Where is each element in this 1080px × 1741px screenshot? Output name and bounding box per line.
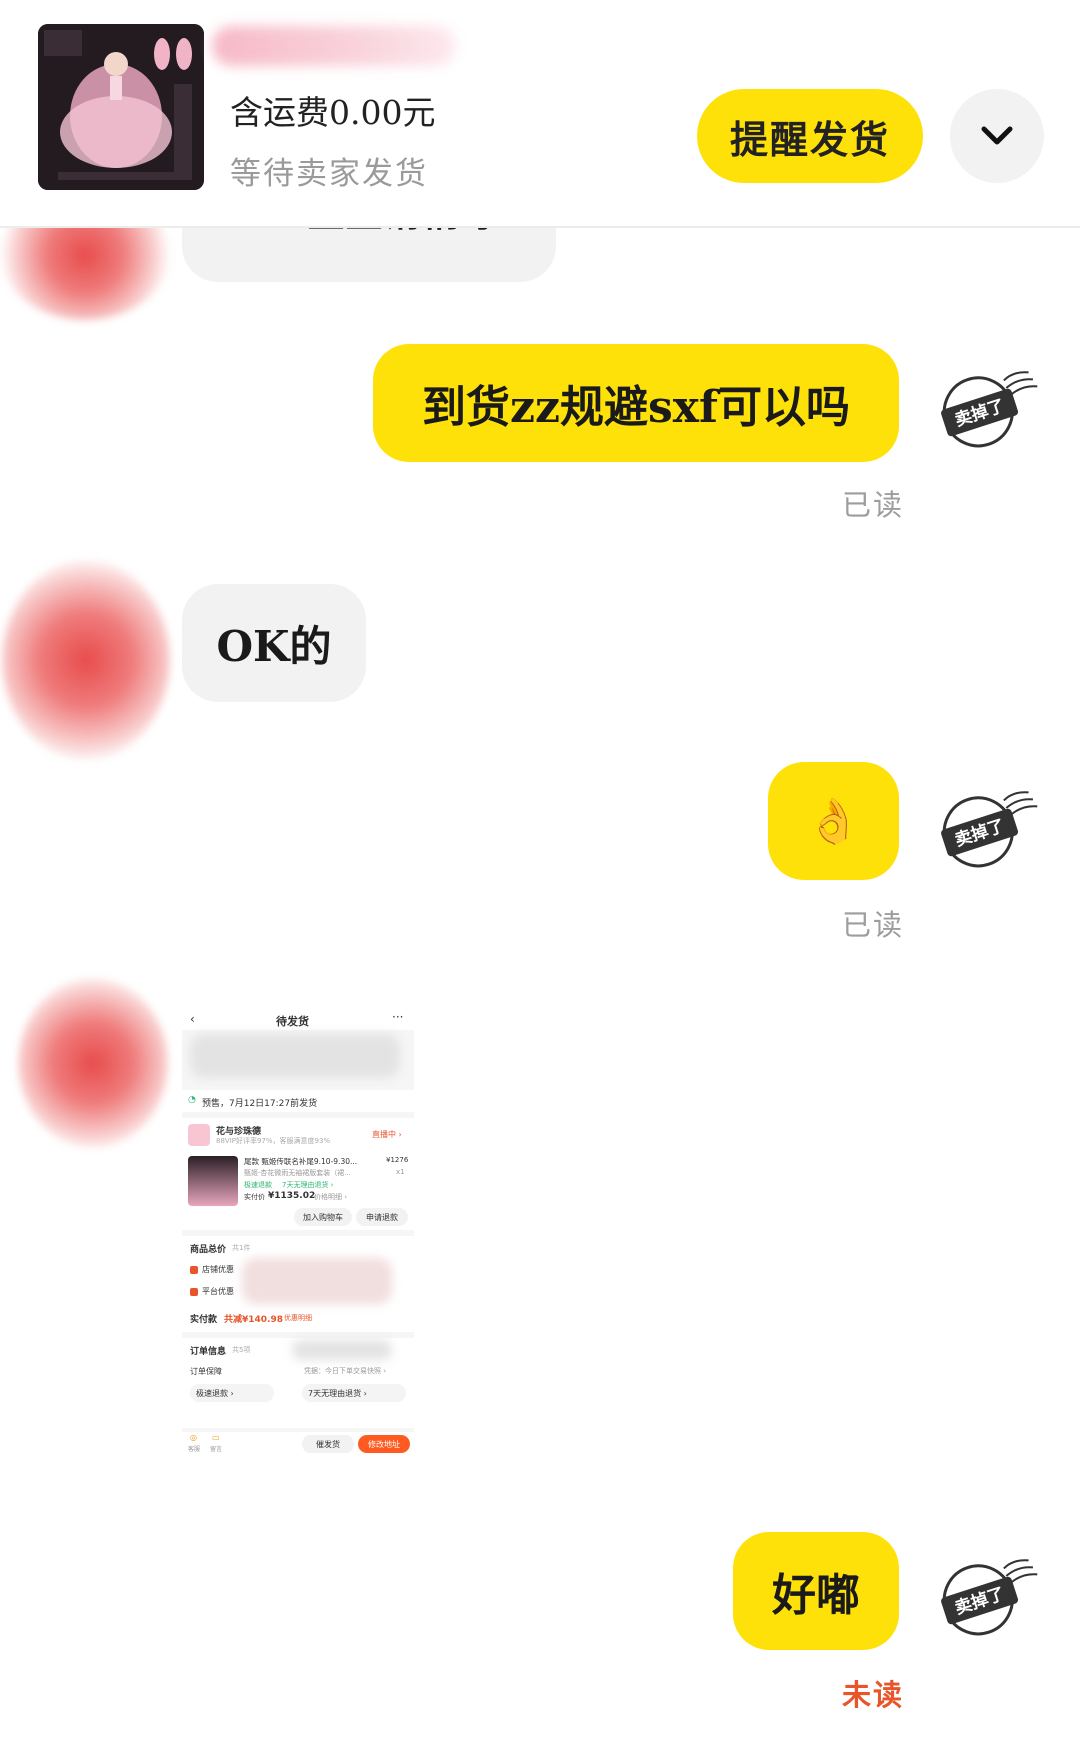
message-label: 留言 [210, 1446, 223, 1453]
tag-fast-refund: 极速退款 [244, 1181, 272, 1189]
discount-icon [190, 1266, 198, 1274]
service-icon: ◎ [190, 1433, 197, 1442]
clock-icon: ◔ [188, 1095, 196, 1105]
read-status: 已读 [842, 488, 905, 522]
platform-discount: 平台优惠 [202, 1287, 234, 1296]
item-price: ¥1276 [386, 1156, 409, 1164]
discount-values-blurred [242, 1258, 392, 1304]
refund-button[interactable]: 申请退款 [356, 1208, 408, 1226]
price-label: 含运费0.00元 [230, 93, 436, 132]
sold-stamp-icon: 卖掉了 [941, 371, 1038, 448]
read-status: 已读 [842, 908, 905, 942]
message-text: 好嘟 [772, 1570, 860, 1621]
back-icon: ‹ [190, 1012, 195, 1026]
chevron-down-icon [981, 126, 1013, 145]
add-cart-button[interactable]: 加入购物车 [294, 1208, 352, 1226]
live-badge: 直播中 › [372, 1130, 402, 1139]
actual-saving-note: 优惠明细 [284, 1314, 312, 1322]
presale-note: 预售，7月12日17:27前发货 [202, 1099, 318, 1109]
address-blurred [190, 1034, 400, 1078]
message-text: 到货zz规避sxf可以吗 [422, 382, 850, 433]
change-address-mini-button[interactable]: 修改地址 [358, 1435, 410, 1453]
actual-saving: 共减¥140.98 [224, 1315, 283, 1325]
message-bubble-left[interactable]: OK的 [182, 584, 366, 702]
order-guarantee: 订单保障 [190, 1367, 222, 1376]
message-bubble-right[interactable]: 到货zz规避sxf可以吗 [373, 344, 899, 462]
more-icon: ··· [392, 1010, 404, 1024]
fast-refund-tag: 极速退款 › [190, 1384, 274, 1402]
expand-button[interactable] [950, 89, 1044, 183]
item-qty: x1 [396, 1168, 405, 1176]
shop-sub: 88VIP好评率97%，客服满意度93% [216, 1137, 331, 1145]
seller-avatar[interactable] [18, 978, 168, 1148]
remind-ship-mini-button[interactable]: 催发货 [302, 1435, 354, 1453]
item-thumb [188, 1156, 238, 1206]
total-label: 商品总价 [190, 1245, 227, 1255]
message-text: 👌 [806, 796, 861, 847]
sold-stamp-icon: 卖掉了 [941, 791, 1038, 868]
guarantee-note: 凭据：今日下单交易快照 › [304, 1367, 387, 1375]
message-bubble-right[interactable]: 好嘟 [733, 1532, 899, 1650]
shop-discount: 店铺优惠 [202, 1265, 234, 1274]
paid-detail: 价格明细 › [314, 1193, 348, 1201]
sold-stamp-icon: 卖掉了 [941, 1559, 1038, 1636]
seller-avatar[interactable] [2, 560, 170, 760]
discount-icon [190, 1288, 198, 1296]
paid-label: 实付价 [244, 1193, 265, 1201]
paid-value: ¥1135.02 [268, 1191, 316, 1201]
seven-day-tag: 7天无理由退货 › [302, 1384, 406, 1402]
message-text: OK的 [216, 621, 332, 671]
message-bubble-right[interactable]: 👌 [768, 762, 899, 880]
shop-logo [188, 1124, 210, 1146]
item-title: 尾款 甄姬传联名补尾9.10-9.30... [244, 1157, 358, 1166]
item-spec: 甄姬·杏花微雨无袖裙版套装（裙... [244, 1169, 351, 1177]
order-info: 订单信息 [190, 1347, 227, 1357]
product-thumbnail[interactable] [38, 24, 204, 190]
tag-7day: 7天无理由退货 › [282, 1181, 334, 1189]
order-status: 等待卖家发货 [230, 156, 428, 192]
order-info-blurred [292, 1340, 392, 1360]
remind-ship-button[interactable]: 提醒发货 [697, 89, 923, 183]
unread-status: 未读 [842, 1678, 905, 1712]
order-header: 含运费0.00元 等待卖家发货 提醒发货 [0, 0, 1080, 228]
message-icon: ▭ [212, 1433, 220, 1442]
service-label: 客服 [188, 1446, 201, 1453]
shot-title: 待发货 [276, 1015, 309, 1028]
order-info-count: 共5项 [232, 1346, 251, 1354]
actual-label: 实付款 [190, 1315, 218, 1325]
order-screenshot-image[interactable]: ‹ 待发货 ··· ◔ 预售，7月12日17:27前发货 花与珍珠德 88VIP… [182, 1008, 414, 1456]
product-name-blurred [212, 26, 456, 66]
total-count: 共1件 [232, 1244, 251, 1252]
